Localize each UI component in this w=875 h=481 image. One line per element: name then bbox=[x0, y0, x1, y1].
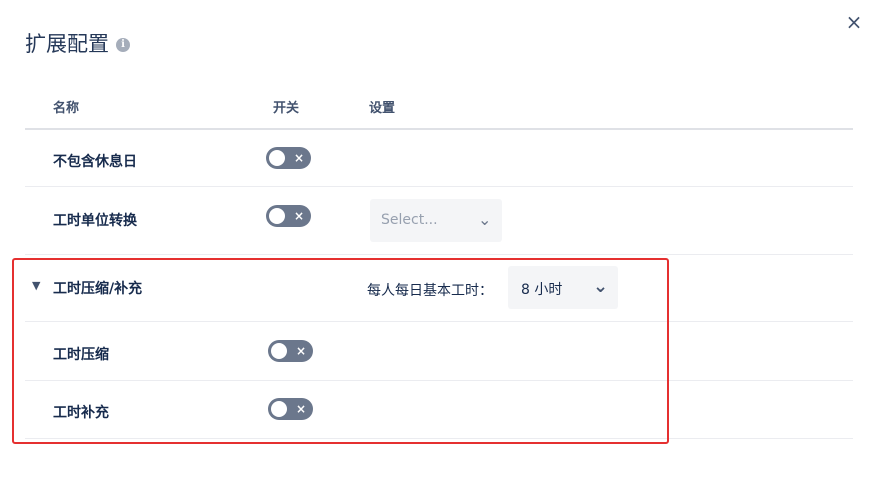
row-label-compress: 工时压缩 bbox=[53, 347, 109, 363]
row-divider bbox=[25, 380, 853, 381]
close-icon[interactable]: × bbox=[845, 11, 863, 33]
dialog-title: 扩展配置 i bbox=[25, 28, 130, 58]
base-hours-select[interactable]: 8 小时 ⌄ bbox=[508, 266, 618, 309]
expand-chevron-icon[interactable]: ▼ bbox=[32, 279, 40, 292]
toggle-knob bbox=[269, 208, 285, 224]
base-hours-label: 每人每日基本工时： bbox=[367, 283, 493, 299]
row-divider bbox=[25, 254, 853, 255]
column-header-name: 名称 bbox=[53, 101, 80, 116]
toggle-knob bbox=[271, 401, 287, 417]
base-hours-value: 8 小时 bbox=[521, 282, 563, 298]
row-label-supplement: 工时补充 bbox=[53, 405, 109, 421]
row-label-compress-supplement: 工时压缩/补充 bbox=[53, 281, 143, 297]
toggle-off-icon: × bbox=[295, 402, 306, 416]
toggle-unit-conversion[interactable]: × bbox=[266, 205, 311, 227]
row-label-unit-conversion: 工时单位转换 bbox=[53, 213, 137, 229]
dialog-title-text: 扩展配置 bbox=[25, 32, 109, 56]
unit-conversion-select[interactable]: Select... ⌄ bbox=[370, 199, 502, 242]
toggle-knob bbox=[271, 343, 287, 359]
toggle-supplement[interactable]: × bbox=[268, 398, 313, 420]
row-divider bbox=[25, 186, 853, 187]
row-divider bbox=[25, 321, 853, 322]
toggle-exclude-rest-days[interactable]: × bbox=[266, 147, 311, 169]
header-divider bbox=[25, 128, 853, 130]
chevron-down-icon: ⌄ bbox=[478, 210, 492, 229]
row-divider bbox=[25, 438, 853, 439]
toggle-off-icon: × bbox=[293, 151, 304, 165]
toggle-compress[interactable]: × bbox=[268, 340, 313, 362]
column-header-settings: 设置 bbox=[369, 101, 396, 116]
chevron-down-icon: ⌄ bbox=[593, 276, 609, 297]
column-header-switch: 开关 bbox=[273, 101, 300, 116]
toggle-off-icon: × bbox=[293, 209, 304, 223]
toggle-off-icon: × bbox=[295, 344, 306, 358]
toggle-knob bbox=[269, 150, 285, 166]
select-placeholder: Select... bbox=[381, 212, 438, 228]
info-icon[interactable]: i bbox=[116, 37, 130, 52]
row-label-exclude-rest-days: 不包含休息日 bbox=[53, 154, 137, 170]
